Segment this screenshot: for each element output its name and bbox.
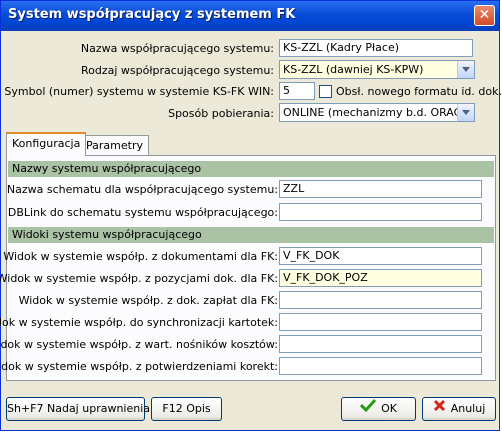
tab-parametry[interactable]: Parametry	[80, 135, 149, 155]
new-format-checkbox[interactable]	[319, 85, 332, 98]
system-kind-select[interactable]: KS-ZZL (dawniej KS-KPW)	[279, 60, 475, 79]
system-kind-value: KS-ZZL (dawniej KS-KPW)	[283, 63, 424, 76]
chevron-down-icon[interactable]	[457, 104, 474, 121]
ok-label: OK	[381, 402, 397, 415]
checkmark-icon	[360, 398, 377, 420]
grant-permissions-button[interactable]: Sh+F7 Nadaj uprawnienia	[6, 397, 150, 421]
system-name-label: Nazwa współpracującego systemu:	[80, 42, 274, 55]
system-symbol-field[interactable]: 5	[279, 82, 315, 100]
view-payments-label: Widok w systemie współp. z dok. zapłat d…	[18, 294, 278, 307]
title-bar[interactable]: System współpracujący z systemem FK ✕	[1, 1, 499, 31]
tab-panel: Nazwy systemu współpracującego Nazwa sch…	[0, 155, 496, 381]
schema-label: Nazwa schematu dla współpracującego syst…	[6, 183, 278, 196]
dialog-window: System współpracujący z systemem FK ✕ Na…	[0, 0, 502, 431]
method-select[interactable]: ONLINE (mechanizmy b.d. ORACLE)	[279, 103, 475, 122]
dblink-label: DBLink do schematu systemu współpracując…	[7, 206, 278, 219]
cross-icon	[433, 398, 446, 420]
window-title: System współpracujący z systemem FK	[8, 7, 296, 22]
view-docs-field[interactable]: V_FK_DOK	[279, 247, 482, 265]
view-positions-label: Widok w systemie współp. z pozycjami dok…	[0, 272, 278, 285]
view-corrections-label: Widok w systemie współp. z potwierdzenia…	[0, 360, 278, 373]
system-name-field[interactable]: KS-ZZL (Kadry Płace)	[279, 39, 473, 57]
view-sync-field[interactable]	[279, 313, 482, 331]
view-payments-field[interactable]	[279, 291, 482, 309]
ok-button[interactable]: OK	[341, 397, 416, 421]
view-sync-label: Widok w systemie współp. do synchronizac…	[0, 316, 278, 329]
help-button[interactable]: F12 Opis	[151, 397, 222, 421]
method-value: ONLINE (mechanizmy b.d. ORACLE)	[283, 106, 475, 119]
dblink-field[interactable]	[279, 203, 482, 221]
system-kind-label: Rodzaj współpracującego systemu:	[80, 64, 274, 77]
schema-field[interactable]: ZZL	[279, 180, 482, 198]
chevron-down-icon[interactable]	[457, 61, 474, 78]
section-views-header: Widoki systemu współpracującego	[8, 227, 494, 243]
close-icon[interactable]: ✕	[474, 5, 495, 26]
view-costs-field[interactable]	[279, 335, 482, 353]
new-format-label: Obsł. nowego formatu id. dok.	[336, 85, 502, 98]
view-corrections-field[interactable]	[279, 357, 482, 375]
cancel-label: Anuluj	[450, 402, 486, 415]
tab-konfiguracja[interactable]: Konfiguracja	[6, 132, 87, 156]
view-docs-label: Widok w systemie współp. z dokumentami d…	[3, 250, 278, 263]
cancel-button[interactable]: Anuluj	[422, 397, 496, 421]
view-costs-label: Widok w systemie współp. z wart. nośnikó…	[0, 338, 278, 351]
system-symbol-label: Symbol (numer) systemu w systemie KS-FK …	[4, 85, 274, 98]
method-label: Sposób pobierania:	[168, 107, 274, 120]
view-positions-field[interactable]: V_FK_DOK_POZ	[279, 269, 482, 287]
section-names-header: Nazwy systemu współpracującego	[8, 161, 494, 177]
